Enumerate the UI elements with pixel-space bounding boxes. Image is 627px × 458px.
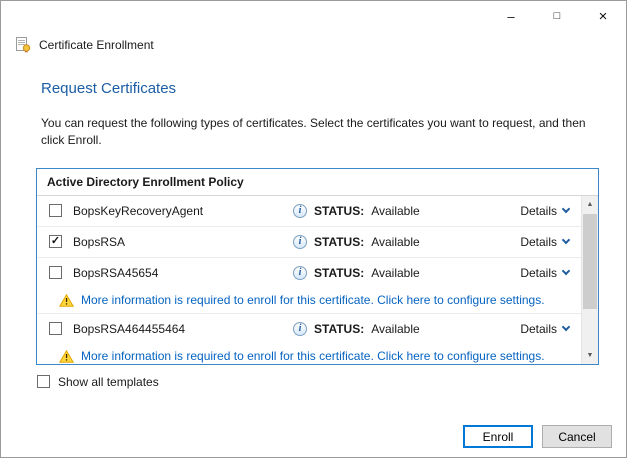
vertical-scrollbar[interactable]: ▲ ▼ — [581, 196, 598, 364]
details-button[interactable]: Details — [520, 204, 573, 218]
status-label: STATUS: — [314, 204, 364, 218]
enroll-button[interactable]: Enroll — [463, 425, 533, 448]
scroll-down-icon: ▼ — [587, 352, 594, 359]
info-icon: i — [293, 235, 307, 249]
details-label: Details — [520, 266, 557, 280]
warning-row: More information is required to enroll f… — [37, 288, 581, 313]
close-icon: × — [599, 8, 608, 25]
show-all-label: Show all templates — [58, 375, 159, 389]
enrollment-policy-list: Active Directory Enrollment Policy ✓ Bop… — [36, 168, 599, 365]
list-header: Active Directory Enrollment Policy — [37, 169, 598, 196]
chevron-down-icon — [562, 266, 570, 274]
details-button[interactable]: Details — [520, 266, 573, 280]
status-label: STATUS: — [314, 266, 364, 280]
template-checkbox[interactable]: ✓ — [49, 266, 62, 279]
check-icon: ✓ — [51, 236, 60, 247]
template-name: BopsRSA — [73, 235, 293, 249]
close-button[interactable]: × — [580, 1, 626, 31]
warning-row: More information is required to enroll f… — [37, 344, 581, 364]
titlebar: – □ × — [1, 1, 626, 31]
template-name: BopsKeyRecoveryAgent — [73, 204, 293, 218]
status-value: Available — [371, 235, 419, 249]
template-group: ✓ BopsRSA i STATUS: Available Details — [37, 227, 581, 258]
details-button[interactable]: Details — [520, 322, 573, 336]
certificate-enrollment-window: – □ × Certificate Enrollment Request Cer… — [0, 0, 627, 458]
scroll-up-icon: ▲ — [587, 201, 594, 208]
status-label: STATUS: — [314, 235, 364, 249]
template-group: ✓ BopsKeyRecoveryAgent i STATUS: Availab… — [37, 196, 581, 227]
status-value: Available — [371, 322, 419, 336]
chevron-down-icon — [562, 322, 570, 330]
status-value: Available — [371, 204, 419, 218]
status-label: STATUS: — [314, 322, 364, 336]
app-title: Certificate Enrollment — [39, 38, 154, 52]
info-icon: i — [293, 266, 307, 280]
template-checkbox[interactable]: ✓ — [49, 204, 62, 217]
info-icon: i — [293, 322, 307, 336]
template-row[interactable]: ✓ BopsRSA464455464 i STATUS: Available D… — [37, 314, 581, 344]
template-row[interactable]: ✓ BopsRSA i STATUS: Available Details — [37, 227, 581, 257]
status-cell: i STATUS: Available — [293, 204, 520, 218]
minimize-button[interactable]: – — [488, 1, 534, 31]
scroll-down-button[interactable]: ▼ — [582, 347, 598, 364]
list-body: ✓ BopsKeyRecoveryAgent i STATUS: Availab… — [37, 196, 598, 364]
minimize-icon: – — [507, 9, 514, 24]
status-value: Available — [371, 266, 419, 280]
status-cell: i STATUS: Available — [293, 266, 520, 280]
template-name: BopsRSA464455464 — [73, 322, 293, 336]
scrollbar-thumb[interactable] — [583, 214, 597, 309]
template-row[interactable]: ✓ BopsRSA45654 i STATUS: Available Detai… — [37, 258, 581, 288]
template-group: ✓ BopsRSA45654 i STATUS: Available Detai… — [37, 258, 581, 314]
warning-icon — [59, 294, 74, 307]
details-label: Details — [520, 235, 557, 249]
template-checkbox[interactable]: ✓ — [49, 235, 62, 248]
template-group: ✓ BopsRSA464455464 i STATUS: Available D… — [37, 314, 581, 364]
template-checkbox[interactable]: ✓ — [49, 322, 62, 335]
template-name: BopsRSA45654 — [73, 266, 293, 280]
template-row[interactable]: ✓ BopsKeyRecoveryAgent i STATUS: Availab… — [37, 196, 581, 226]
status-cell: i STATUS: Available — [293, 322, 520, 336]
configure-settings-link[interactable]: More information is required to enroll f… — [81, 293, 545, 307]
certificate-icon — [15, 37, 31, 53]
scroll-up-button[interactable]: ▲ — [582, 196, 598, 213]
chevron-down-icon — [562, 235, 570, 243]
warning-icon — [59, 350, 74, 363]
cancel-button[interactable]: Cancel — [542, 425, 612, 448]
app-banner: Certificate Enrollment — [15, 37, 626, 53]
footer-buttons: Enroll Cancel — [463, 425, 612, 448]
status-cell: i STATUS: Available — [293, 235, 520, 249]
page-title: Request Certificates — [41, 80, 626, 97]
chevron-down-icon — [562, 204, 570, 212]
page-description: You can request the following types of c… — [41, 115, 586, 149]
show-all-checkbox[interactable]: ✓ — [37, 375, 50, 388]
maximize-button[interactable]: □ — [534, 1, 580, 31]
details-label: Details — [520, 322, 557, 336]
details-label: Details — [520, 204, 557, 218]
configure-settings-link[interactable]: More information is required to enroll f… — [81, 349, 545, 363]
maximize-icon: □ — [554, 10, 561, 22]
show-all-templates[interactable]: ✓ Show all templates — [37, 375, 626, 389]
details-button[interactable]: Details — [520, 235, 573, 249]
info-icon: i — [293, 204, 307, 218]
